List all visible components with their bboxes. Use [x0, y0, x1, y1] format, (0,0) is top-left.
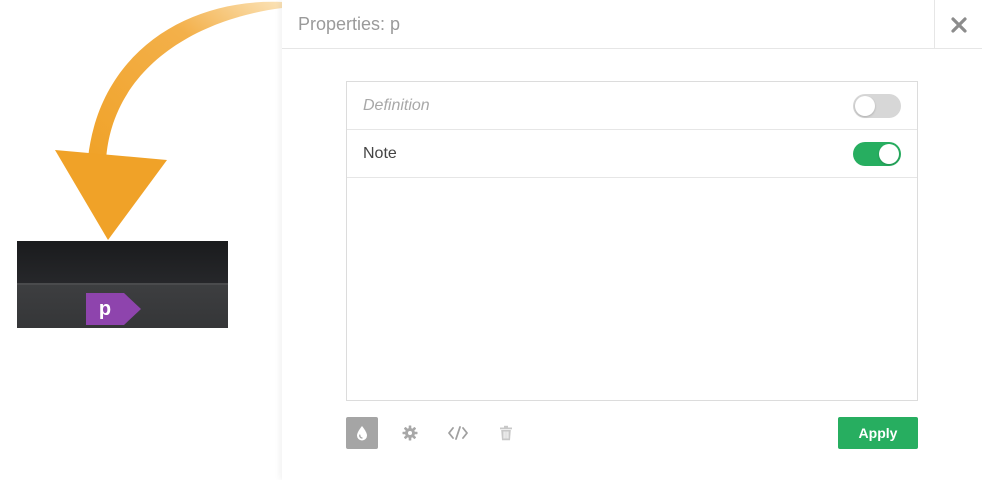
option-row-note: Note — [347, 130, 917, 178]
close-button[interactable] — [934, 0, 982, 49]
source-code-button[interactable] — [442, 417, 474, 449]
toggle-knob — [879, 144, 899, 164]
properties-panel: Properties: p Definition Note Apply — [282, 0, 982, 480]
option-label-note: Note — [363, 145, 397, 162]
panel-header: Properties: p — [282, 0, 982, 49]
settings-button[interactable] — [394, 417, 426, 449]
apply-button[interactable]: Apply — [838, 417, 918, 449]
note-toggle[interactable] — [853, 142, 901, 166]
code-icon — [448, 426, 468, 440]
element-tag-label: p — [98, 298, 112, 320]
close-icon — [950, 16, 967, 33]
option-row-definition: Definition — [347, 82, 917, 130]
curved-arrow-illustration — [55, 1, 282, 240]
option-label-definition: Definition — [363, 97, 430, 114]
gear-icon — [402, 425, 418, 441]
preview-bottom-area: p — [17, 285, 228, 328]
style-button[interactable] — [346, 417, 378, 449]
panel-title: Properties: p — [298, 14, 401, 34]
panel-toolbar: Apply — [346, 417, 918, 449]
element-tag-p: p — [86, 293, 141, 325]
element-preview-thumbnail: p — [17, 241, 228, 328]
delete-button[interactable] — [490, 417, 522, 449]
style-drop-icon — [357, 426, 367, 441]
preview-top-area — [17, 241, 228, 283]
trash-icon — [500, 425, 512, 441]
options-box: Definition Note — [346, 81, 918, 401]
toggle-knob — [855, 96, 875, 116]
definition-toggle[interactable] — [853, 94, 901, 118]
